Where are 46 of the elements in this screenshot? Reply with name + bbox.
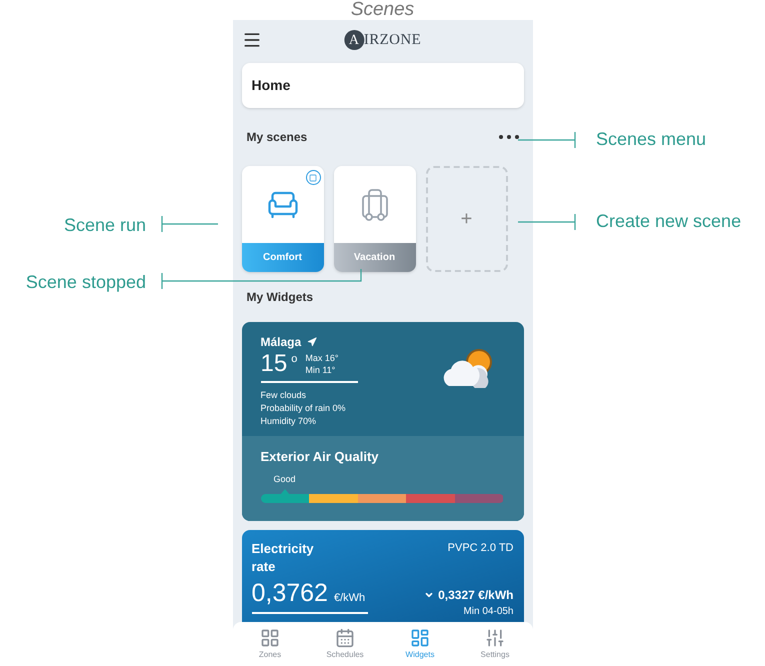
- price-value: 0,3762: [252, 578, 328, 608]
- nav-tab[interactable]: Settings: [458, 622, 532, 666]
- degree-sign: o: [291, 352, 298, 367]
- callout-label: Scene stopped: [26, 271, 146, 294]
- air-quality-title: Exterior Air Quality: [260, 448, 380, 466]
- min-temperature: Min 11°: [305, 364, 336, 376]
- leader-line: [518, 130, 576, 148]
- callout-label: Scenes menu: [596, 128, 706, 151]
- logo-text: IRZONE: [364, 30, 422, 50]
- nav-tab[interactable]: Schedules: [308, 622, 382, 666]
- nav-tab[interactable]: Zones: [232, 622, 308, 666]
- home-card[interactable]: Home: [242, 63, 524, 108]
- min-price: 0,3327 €/kWh: [438, 586, 514, 604]
- scene-card[interactable]: Vacation: [334, 166, 416, 272]
- weather-detail: Humidity 70%: [260, 415, 318, 428]
- section-title: My Widgets: [246, 289, 314, 306]
- section-title: My scenes: [246, 129, 308, 146]
- scene-card[interactable]: Comfort: [242, 166, 324, 272]
- callout-label: Scene run: [64, 214, 146, 237]
- figure-title: Scenes: [350, 0, 414, 20]
- max-temperature: Max 16°: [305, 352, 338, 364]
- callout-label: Create new scene: [596, 210, 742, 233]
- scene-name: Comfort: [242, 243, 324, 272]
- logo-letter: A: [344, 30, 364, 50]
- more-icon[interactable]: [498, 135, 518, 139]
- electricity-card[interactable]: Electricity rate PVPC 2.0 TD 0,3762 €/kWh 0,3327 €/kWh Min 04-05h: [242, 530, 524, 622]
- location-icon: [307, 337, 318, 347]
- calendar-icon: [335, 628, 355, 648]
- weather-detail: Few clouds: [260, 389, 308, 402]
- add-scene-button[interactable]: +: [426, 166, 508, 272]
- price-unit: €/kWh: [334, 590, 366, 606]
- leader-line: [518, 212, 576, 230]
- tariff-name: PVPC 2.0 TD: [448, 540, 514, 556]
- city-name: Málaga: [260, 334, 302, 351]
- electricity-title: Electricity rate: [252, 540, 315, 576]
- min-price-time: Min 04-05h: [463, 604, 514, 618]
- weather-detail: Probability of rain 0%: [260, 402, 347, 415]
- air-quality-reading: Good: [274, 472, 296, 486]
- nav-tab[interactable]: Widgets: [382, 622, 458, 666]
- scene-name: Vacation: [334, 243, 416, 272]
- grid-icon: [260, 628, 280, 648]
- stop-icon[interactable]: [306, 170, 320, 185]
- widgets-icon: [410, 628, 430, 648]
- sliders-icon: [485, 628, 505, 648]
- temperature: 15: [260, 351, 288, 377]
- leader-line: [161, 215, 219, 233]
